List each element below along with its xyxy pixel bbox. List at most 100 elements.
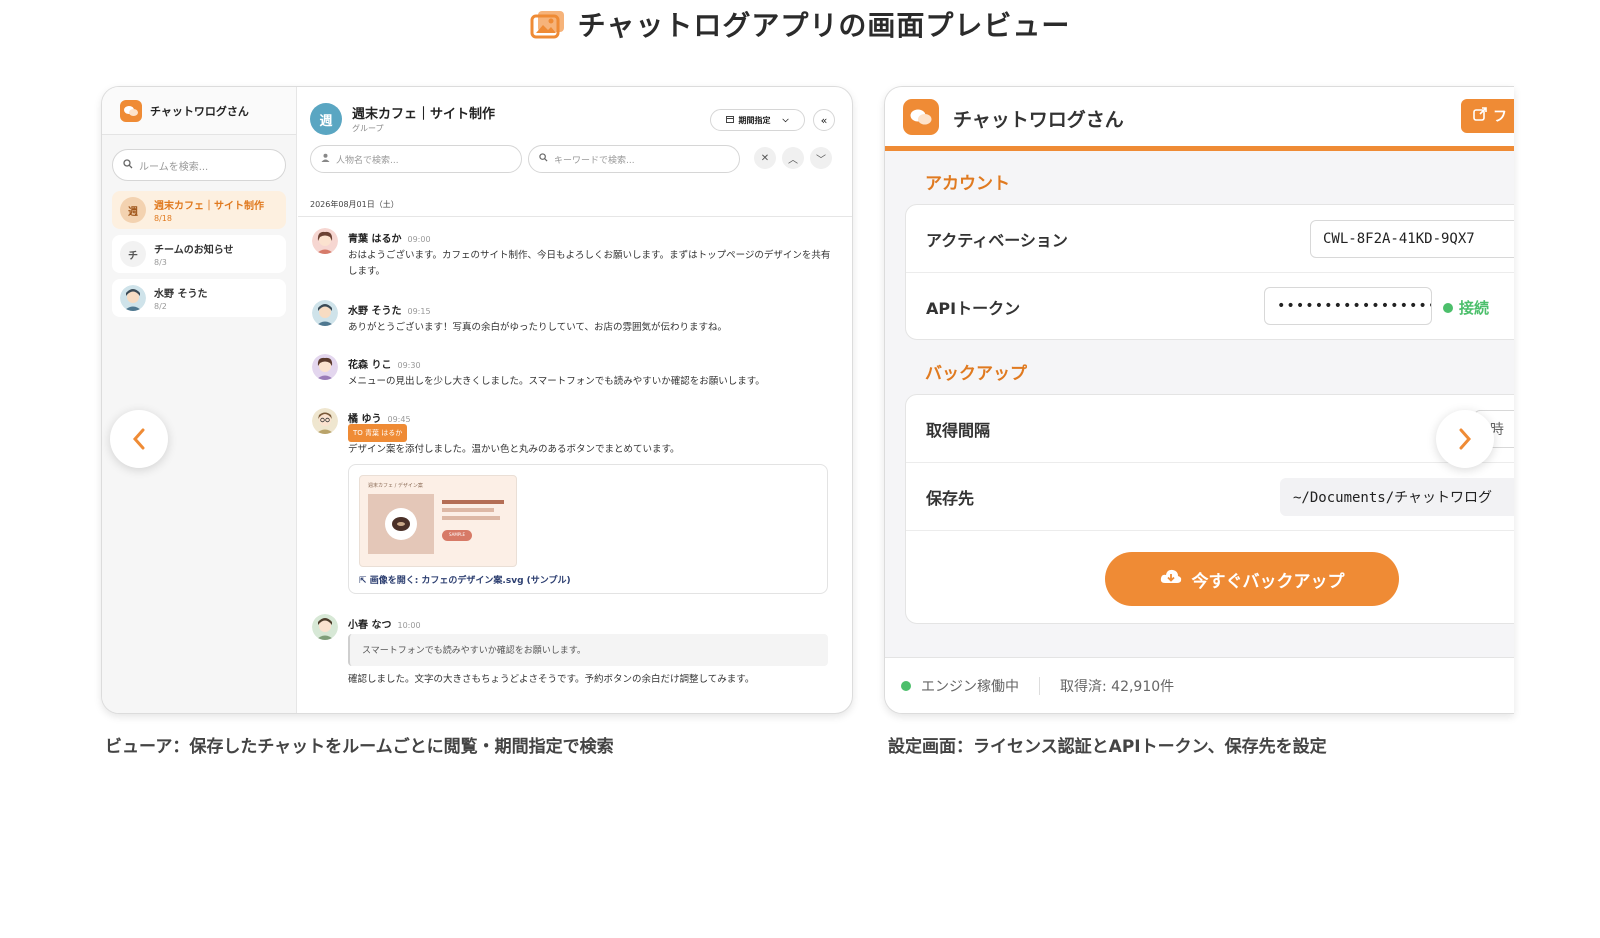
- activation-label: アクティベーション: [926, 231, 1068, 250]
- chevron-down-icon: ⌵: [782, 115, 789, 124]
- fetched-count: 取得済: 42,910件: [1060, 678, 1175, 695]
- room-search-placeholder: ルームを検索...: [139, 161, 209, 173]
- user-avatar-icon: [312, 300, 338, 326]
- viewer-caption: ビューア：保存したチャットをルームごとに閲覧・期間指定で検索: [105, 737, 614, 757]
- room-item-mizuno[interactable]: 水野 そうた 8/2: [112, 279, 286, 317]
- room-name: 水野 そうた: [154, 289, 208, 300]
- chevron-right-icon: [1459, 428, 1472, 450]
- room-avatar: 週: [120, 197, 146, 223]
- interval-row: 取得間隔 1時: [906, 395, 1514, 463]
- message-item: 青葉 はるか 09:00 おはようございます。カフェのサイト制作、今日もよろしくお…: [312, 228, 838, 288]
- chevron-up-icon[interactable]: ︿: [782, 147, 804, 169]
- status-bar: エンジン稼働中 取得済: 42,910件: [885, 657, 1514, 713]
- message-item: 橘 ゆう 09:45 TO 青葉 はるか デザイン案を添付しました。温かい色と丸み…: [312, 408, 838, 608]
- room-item-team-news[interactable]: チ チームのお知らせ 8/3: [112, 235, 286, 273]
- attachment-card[interactable]: 週末カフェ / デザイン案 SAMPLE ⇱ 画像を開く: カフェのデザイン案.…: [348, 464, 828, 594]
- message-time: 09:15: [407, 307, 431, 316]
- engine-status: エンジン稼働中: [921, 678, 1019, 695]
- settings-brand-name: チャットワログさん: [953, 109, 1124, 131]
- divider: [1039, 676, 1040, 695]
- thumb-button-label: SAMPLE: [449, 532, 465, 537]
- thumb-illustration: [368, 494, 504, 554]
- user-avatar-icon: [312, 408, 338, 434]
- activation-field[interactable]: CWL-8F2A-41KD-9QX7: [1310, 220, 1514, 258]
- backup-now-button[interactable]: 今すぐバックアップ: [1105, 552, 1399, 606]
- group-title: 週末カフェ｜サイト制作: [352, 107, 496, 122]
- destination-label: 保存先: [926, 489, 975, 508]
- sender-name: 水野 そうた: [348, 306, 402, 317]
- status-dot: [901, 680, 911, 691]
- destination-field[interactable]: ~/Documents/チャットワログ: [1280, 478, 1514, 516]
- keyword-search-input[interactable]: キーワードで検索...: [528, 145, 740, 173]
- prev-slide-button[interactable]: [110, 410, 168, 468]
- date-header: 2026年08月01日（土）: [310, 200, 399, 209]
- open-external-button[interactable]: フ: [1461, 99, 1514, 133]
- message-text: おはようございます。カフェのサイト制作、今日もよろしくお願いします。まずはトップ…: [348, 250, 831, 277]
- connection-status: 接続: [1443, 297, 1489, 318]
- message-item: 小春 なつ 10:00 スマートフォンでも読みやすいか確認をお願いします。 確認し…: [312, 614, 838, 694]
- api-token-label: APIトークン: [926, 299, 1021, 318]
- viewer-brand: チャットワログさん: [102, 87, 296, 135]
- attachment-thumbnail: 週末カフェ / デザイン案 SAMPLE: [359, 475, 517, 567]
- settings-caption: 設定画面：ライセンス認証とAPIトークン、保存先を設定: [888, 737, 1327, 757]
- user-avatar-icon: [312, 228, 338, 254]
- message-time: 09:00: [407, 235, 431, 244]
- group-avatar: 週: [310, 103, 342, 135]
- message-item: 花森 りこ 09:30 メニューの見出しを少し大きくしました。スマートフォンでも読…: [312, 354, 838, 394]
- person-search-input[interactable]: 人物名で検索...: [310, 145, 522, 173]
- open-image-link-text: 画像を開く: カフェのデザイン案.svg (サンプル): [369, 576, 571, 586]
- headline: チャットログアプリの画面プレビュー: [0, 4, 1600, 44]
- sender-name: 小春 なつ: [348, 620, 392, 631]
- period-filter-button[interactable]: 期間指定 ⌵: [710, 109, 805, 131]
- open-external-label: フ: [1493, 109, 1507, 125]
- user-avatar-icon: [312, 354, 338, 380]
- group-subtitle: グループ: [352, 124, 384, 133]
- message-time: 09:30: [397, 361, 421, 370]
- room-name: 週末カフェ｜サイト制作: [154, 201, 264, 212]
- search-icon: [123, 158, 133, 172]
- chat-header: 週 週末カフェ｜サイト制作 グループ 期間指定 ⌵ « 人物名で検索... キー…: [298, 87, 852, 217]
- quoted-message: スマートフォンでも読みやすいか確認をお願いします。: [348, 634, 828, 666]
- open-image-link[interactable]: ⇱ 画像を開く: カフェのデザイン案.svg (サンプル): [359, 573, 571, 586]
- mention-tag: TO 青葉 はるか: [348, 424, 408, 442]
- person-icon: [321, 153, 330, 165]
- keyword-search-placeholder: キーワードで検索...: [554, 155, 635, 166]
- chat-panel: 週 週末カフェ｜サイト制作 グループ 期間指定 ⌵ « 人物名で検索... キー…: [298, 87, 852, 713]
- connection-status-text: 接続: [1459, 299, 1490, 317]
- message-body: TO 青葉 はるか デザイン案を添付しました。温かい色と丸みのあるボタンでまとめ…: [348, 424, 838, 458]
- image-icon: [530, 11, 564, 39]
- api-token-row: APIトークン •••••••••••••••••• 接続: [906, 273, 1514, 341]
- message-time: 10:00: [397, 621, 421, 630]
- status-dot: [1443, 302, 1453, 313]
- room-date: 8/18: [154, 214, 172, 223]
- interval-label: 取得間隔: [926, 421, 991, 440]
- account-section-title: アカウント: [925, 174, 1010, 194]
- settings-screenshot: チャットワログさん フ アカウント アクティベーション CWL-8F2A-41K…: [884, 86, 1514, 714]
- chat-logo-icon: [120, 99, 142, 122]
- collapse-icon[interactable]: «: [813, 109, 835, 131]
- message-text: ありがとうございます！写真の余白がゆったりしていて、お店の雰囲気が伝わりますね。: [348, 322, 727, 333]
- room-avatar: チ: [120, 241, 146, 267]
- viewer-screenshot: チャットワログさん ルームを検索... 週 週末カフェ｜サイト制作 8/18 チ…: [101, 86, 853, 714]
- external-link-icon: [1473, 107, 1487, 125]
- next-slide-button[interactable]: [1436, 410, 1494, 468]
- api-token-field[interactable]: ••••••••••••••••••: [1264, 287, 1432, 325]
- period-filter-label: 期間指定: [738, 115, 771, 125]
- user-avatar-icon: [312, 614, 338, 640]
- clear-icon[interactable]: ✕: [754, 147, 776, 169]
- settings-header: チャットワログさん フ: [885, 87, 1514, 151]
- viewer-brand-name: チャットワログさん: [150, 104, 249, 118]
- person-search-placeholder: 人物名で検索...: [336, 155, 399, 166]
- external-link-icon: ⇱: [359, 576, 367, 586]
- sender-name: 花森 りこ: [348, 360, 392, 371]
- room-search-input[interactable]: ルームを検索...: [112, 149, 286, 181]
- message-item: 水野 そうた 09:15 ありがとうございます！写真の余白がゆったりしていて、お店…: [312, 300, 838, 340]
- room-item-cafe[interactable]: 週 週末カフェ｜サイト制作 8/18: [112, 191, 286, 229]
- room-name: チームのお知らせ: [154, 245, 234, 256]
- headline-title: チャットログアプリの画面プレビュー: [577, 9, 1071, 42]
- sender-name: 青葉 はるか: [348, 234, 402, 245]
- chevron-down-icon[interactable]: ﹀: [810, 147, 832, 169]
- backup-now-label: 今すぐバックアップ: [1191, 571, 1345, 592]
- search-icon: [539, 153, 548, 165]
- message-time: 09:45: [387, 415, 411, 424]
